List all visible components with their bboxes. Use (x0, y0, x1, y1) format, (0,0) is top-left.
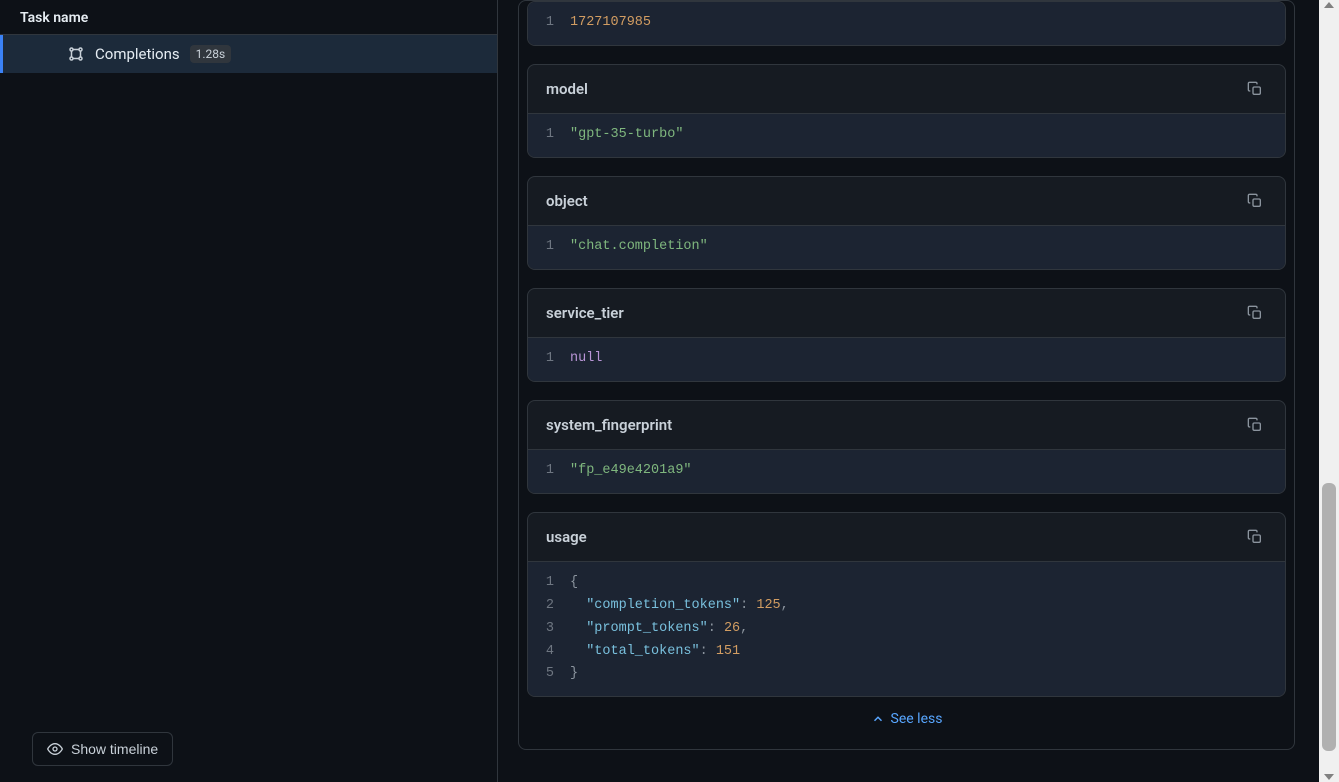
line-content: "chat.completion" (570, 236, 708, 259)
line-number: 1 (528, 460, 570, 483)
copy-button[interactable] (1243, 77, 1267, 101)
copy-icon (1247, 193, 1263, 209)
see-less-button[interactable]: See less (527, 697, 1286, 737)
copy-icon (1247, 81, 1263, 97)
line-number: 1 (528, 348, 570, 371)
field-card-service_tier: service_tier 1null (527, 288, 1286, 382)
response-container: 11727107985model1"gpt-35-turbo"object1"c… (518, 0, 1295, 750)
line-content: "prompt_tokens": 26, (570, 618, 748, 641)
code-line: 4 "total_tokens": 151 (528, 641, 1285, 664)
card-title: service_tier (546, 304, 624, 322)
card-header: usage (528, 513, 1285, 561)
show-timeline-button[interactable]: Show timeline (32, 732, 173, 766)
code-line: 1"gpt-35-turbo" (528, 124, 1285, 147)
code-line: 1null (528, 348, 1285, 371)
line-number: 1 (528, 12, 570, 35)
task-item-completions[interactable]: Completions 1.28s (0, 35, 497, 73)
line-content: "completion_tokens": 125, (570, 595, 789, 618)
scroll-thumb[interactable] (1322, 483, 1336, 751)
card-header: system_fingerprint (528, 401, 1285, 449)
see-less-label: See less (891, 711, 943, 727)
card-header: object (528, 177, 1285, 225)
card-header: service_tier (528, 289, 1285, 337)
line-content: null (570, 348, 602, 371)
page-scrollbar[interactable] (1319, 0, 1339, 782)
card-title: system_fingerprint (546, 416, 672, 434)
field-card-system_fingerprint: system_fingerprint 1"fp_e49e4201a9" (527, 400, 1286, 494)
line-number: 4 (528, 641, 570, 664)
sidebar: Task name Completions 1.28s Show timelin… (0, 0, 498, 782)
card-title: usage (546, 528, 587, 546)
code-line: 1{ (528, 572, 1285, 595)
card-header: model (528, 65, 1285, 113)
copy-button[interactable] (1243, 301, 1267, 325)
field-card-created: 11727107985 (527, 1, 1286, 46)
copy-icon (1247, 529, 1263, 545)
field-card-usage: usage 1{2 "completion_tokens": 125,3 "pro… (527, 512, 1286, 698)
line-number: 2 (528, 595, 570, 618)
line-content: } (570, 663, 578, 686)
code-block: 1"fp_e49e4201a9" (528, 449, 1285, 493)
scroll-down-arrow-icon[interactable] (1324, 774, 1334, 780)
code-block: 1"gpt-35-turbo" (528, 113, 1285, 157)
task-duration-badge: 1.28s (190, 45, 232, 63)
code-block: 1{2 "completion_tokens": 125,3 "prompt_t… (528, 561, 1285, 697)
line-number: 1 (528, 124, 570, 147)
line-number: 5 (528, 663, 570, 686)
code-line: 1"chat.completion" (528, 236, 1285, 259)
field-card-model: model 1"gpt-35-turbo" (527, 64, 1286, 158)
copy-button[interactable] (1243, 525, 1267, 549)
copy-button[interactable] (1243, 189, 1267, 213)
code-block: 1"chat.completion" (528, 225, 1285, 269)
task-label: Completions (95, 45, 180, 63)
show-timeline-label: Show timeline (71, 741, 158, 757)
line-number: 3 (528, 618, 570, 641)
copy-icon (1247, 417, 1263, 433)
line-content: "gpt-35-turbo" (570, 124, 683, 147)
eye-icon (47, 741, 63, 757)
line-content: { (570, 572, 578, 595)
code-block: 1null (528, 337, 1285, 381)
card-title: object (546, 192, 588, 210)
line-content: 1727107985 (570, 12, 651, 35)
copy-button[interactable] (1243, 413, 1267, 437)
copy-icon (1247, 305, 1263, 321)
card-title: model (546, 80, 588, 98)
main-content[interactable]: 11727107985model1"gpt-35-turbo"object1"c… (498, 0, 1319, 782)
code-line: 11727107985 (528, 12, 1285, 35)
line-content: "total_tokens": 151 (570, 641, 740, 664)
field-card-object: object 1"chat.completion" (527, 176, 1286, 270)
line-number: 1 (528, 236, 570, 259)
line-number: 1 (528, 572, 570, 595)
code-line: 5} (528, 663, 1285, 686)
scroll-track[interactable] (1319, 8, 1339, 774)
sidebar-header: Task name (0, 0, 497, 35)
code-line: 1"fp_e49e4201a9" (528, 460, 1285, 483)
line-content: "fp_e49e4201a9" (570, 460, 692, 483)
code-block: 11727107985 (528, 2, 1285, 45)
code-line: 2 "completion_tokens": 125, (528, 595, 1285, 618)
sidebar-footer: Show timeline (0, 716, 497, 782)
code-line: 3 "prompt_tokens": 26, (528, 618, 1285, 641)
completions-icon (67, 45, 85, 63)
chevron-up-icon (871, 712, 885, 726)
